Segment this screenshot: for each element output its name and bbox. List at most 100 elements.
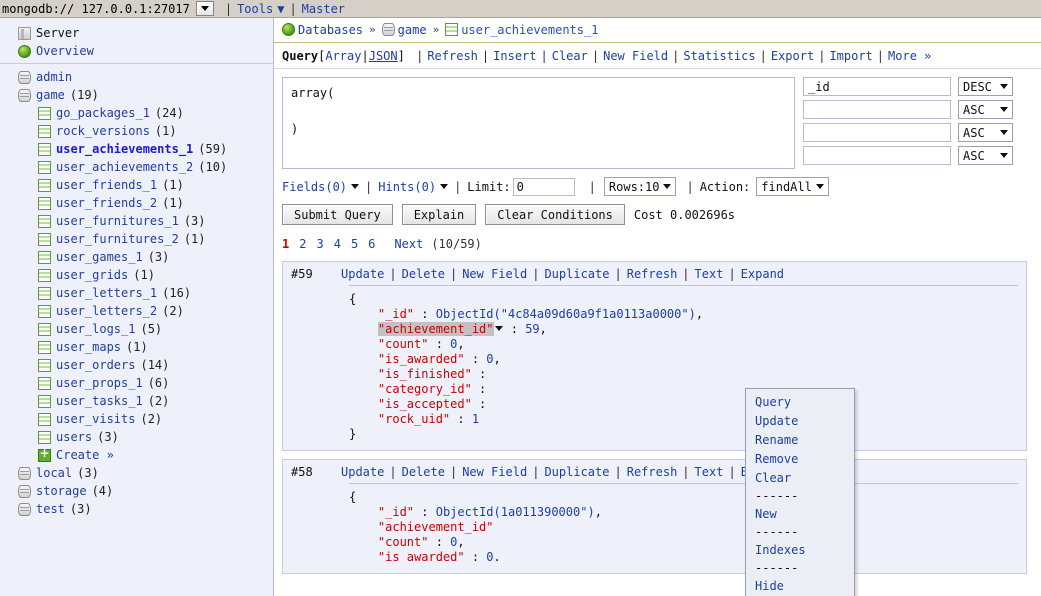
breadcrumb-databases[interactable]: Databases (295, 23, 366, 37)
explain-button[interactable]: Explain (402, 204, 477, 225)
record-action-new-field[interactable]: New Field (462, 267, 527, 281)
limit-input[interactable] (513, 178, 575, 196)
json-field[interactable]: "count" : 0, (349, 337, 1026, 352)
context-menu-item-indexes[interactable]: Indexes (746, 541, 854, 560)
toolbar-import[interactable]: Import (829, 49, 872, 63)
json-value[interactable]: "4c84a09d60a9f1a0113a0000" (501, 307, 689, 321)
sidebar-item-user-friends-1[interactable]: user_friends_1(1) (0, 176, 273, 194)
sidebar-item-storage[interactable]: storage(4) (0, 482, 273, 500)
json-field[interactable]: "is_awarded" : 0, (349, 352, 1026, 367)
toolbar-refresh[interactable]: Refresh (427, 49, 478, 63)
json-value[interactable]: 59 (525, 322, 539, 336)
json-field[interactable]: "rock_uid" : 1 (349, 412, 1026, 427)
toolbar-export[interactable]: Export (771, 49, 814, 63)
record-action-update[interactable]: Update (341, 465, 384, 479)
json-key[interactable]: "is_accepted" (378, 397, 472, 411)
sidebar-item-user-logs-1[interactable]: user_logs_1(5) (0, 320, 273, 338)
sort-field-input-0[interactable] (803, 77, 951, 96)
sidebar-item-user-achievements-2[interactable]: user_achievements_2(10) (0, 158, 273, 176)
page-link-5[interactable]: 5 (346, 237, 363, 251)
record-action-update[interactable]: Update (341, 267, 384, 281)
sidebar-item-user-grids[interactable]: user_grids(1) (0, 266, 273, 284)
sidebar-item-user-tasks-1[interactable]: user_tasks_1(2) (0, 392, 273, 410)
field-caret-icon[interactable] (495, 326, 503, 331)
sidebar-item-user-furnitures-1[interactable]: user_furnitures_1(3) (0, 212, 273, 230)
json-field[interactable]: "_id" : ObjectId("4c84a09d60a9f1a0113a00… (349, 307, 1026, 322)
sort-direction-select-3[interactable]: ASC (958, 146, 1013, 165)
sidebar-item-user-friends-2[interactable]: user_friends_2(1) (0, 194, 273, 212)
json-key[interactable]: "count" (378, 337, 429, 351)
json-key[interactable]: "achievement_id" (378, 322, 494, 336)
sidebar-item-user-games-1[interactable]: user_games_1(3) (0, 248, 273, 266)
record-action-refresh[interactable]: Refresh (627, 267, 678, 281)
sort-direction-select-0[interactable]: DESC (958, 77, 1013, 96)
sort-direction-select-2[interactable]: ASC (958, 123, 1013, 142)
connection-dropdown[interactable] (196, 1, 214, 16)
json-value[interactable]: 1a011390000" (501, 505, 588, 519)
page-link-3[interactable]: 3 (311, 237, 328, 251)
sort-field-input-3[interactable] (803, 146, 951, 165)
toolbar-insert[interactable]: Insert (493, 49, 536, 63)
query-input[interactable] (282, 77, 795, 169)
context-menu-item-hide[interactable]: Hide (746, 577, 854, 596)
json-value[interactable]: 1 (472, 412, 479, 426)
json-key[interactable]: "rock_uid" (378, 412, 450, 426)
context-menu-item-new[interactable]: New (746, 505, 854, 524)
fields-caret-icon[interactable] (351, 184, 359, 189)
json-field[interactable]: "is_accepted" : (349, 397, 1026, 412)
sidebar-item-user-letters-1[interactable]: user_letters_1(16) (0, 284, 273, 302)
toolbar-statistics[interactable]: Statistics (683, 49, 755, 63)
json-key[interactable]: "is awarded" (378, 550, 465, 564)
sidebar-item-user-orders[interactable]: user_orders(14) (0, 356, 273, 374)
json-field[interactable]: "achievement_id" (349, 520, 1026, 535)
sidebar-item-user-letters-2[interactable]: user_letters_2(2) (0, 302, 273, 320)
sidebar-item-user-furnitures-2[interactable]: user_furnitures_2(1) (0, 230, 273, 248)
record-action-duplicate[interactable]: Duplicate (544, 465, 609, 479)
toolbar-new-field[interactable]: New Field (603, 49, 668, 63)
sidebar-item-user-props-1[interactable]: user_props_1(6) (0, 374, 273, 392)
sidebar-item-local[interactable]: local(3) (0, 464, 273, 482)
json-field[interactable]: "is_finished" : (349, 367, 1026, 382)
json-key[interactable]: "category_id" (378, 382, 472, 396)
rows-select[interactable]: Rows:10 (604, 177, 677, 196)
record-action-expand[interactable]: Expand (741, 267, 784, 281)
json-key[interactable]: "_id" (378, 307, 414, 321)
sidebar-item-user-visits[interactable]: user_visits(2) (0, 410, 273, 428)
action-select[interactable]: findAll (756, 177, 829, 196)
json-field[interactable]: "count" : 0, (349, 535, 1026, 550)
toolbar-clear[interactable]: Clear (552, 49, 588, 63)
sidebar-item-create[interactable]: Create » (0, 446, 273, 464)
sidebar-item-overview[interactable]: Overview (0, 42, 273, 60)
sort-field-input-2[interactable] (803, 123, 951, 142)
context-menu-item-clear[interactable]: Clear (746, 469, 854, 488)
toolbar-json-mode[interactable]: JSON (369, 49, 398, 63)
breadcrumb-collection[interactable]: user_achievements_1 (458, 23, 601, 37)
sidebar-item-rock-versions[interactable]: rock_versions(1) (0, 122, 273, 140)
hints-dropdown[interactable]: Hints(0) (378, 180, 436, 194)
sidebar-item-admin[interactable]: admin (0, 68, 273, 86)
record-action-text[interactable]: Text (695, 465, 724, 479)
next-page-link[interactable]: Next (380, 237, 423, 251)
sidebar-item-users[interactable]: users(3) (0, 428, 273, 446)
page-link-4[interactable]: 4 (329, 237, 346, 251)
json-value[interactable]: 0 (486, 352, 493, 366)
sort-field-input-1[interactable] (803, 100, 951, 119)
json-key[interactable]: "achievement_id" (378, 520, 494, 534)
sidebar-item-game[interactable]: game(19) (0, 86, 273, 104)
context-menu-item-rename[interactable]: Rename (746, 431, 854, 450)
context-menu-item-query[interactable]: Query (746, 393, 854, 412)
json-value[interactable]: 0 (486, 550, 493, 564)
record-action-delete[interactable]: Delete (402, 267, 445, 281)
clear-conditions-button[interactable]: Clear Conditions (485, 204, 625, 225)
sidebar-item-user-maps[interactable]: user_maps(1) (0, 338, 273, 356)
tools-menu[interactable]: Tools (237, 2, 273, 16)
submit-query-button[interactable]: Submit Query (282, 204, 393, 225)
record-json[interactable]: { "_id" : ObjectId(1a011390000"), "achie… (283, 484, 1026, 573)
sidebar-item-go-packages-1[interactable]: go_packages_1(24) (0, 104, 273, 122)
json-field[interactable]: "_id" : ObjectId(1a011390000"), (349, 505, 1026, 520)
record-json[interactable]: { "_id" : ObjectId("4c84a09d60a9f1a0113a… (283, 286, 1026, 450)
toolbar-more[interactable]: More » (888, 49, 931, 63)
field-context-menu[interactable]: QueryUpdateRenameRemoveClear------New---… (745, 388, 855, 596)
record-action-new-field[interactable]: New Field (462, 465, 527, 479)
sidebar-tree[interactable]: ServerOverview admingame(19)go_packages_… (0, 18, 274, 596)
